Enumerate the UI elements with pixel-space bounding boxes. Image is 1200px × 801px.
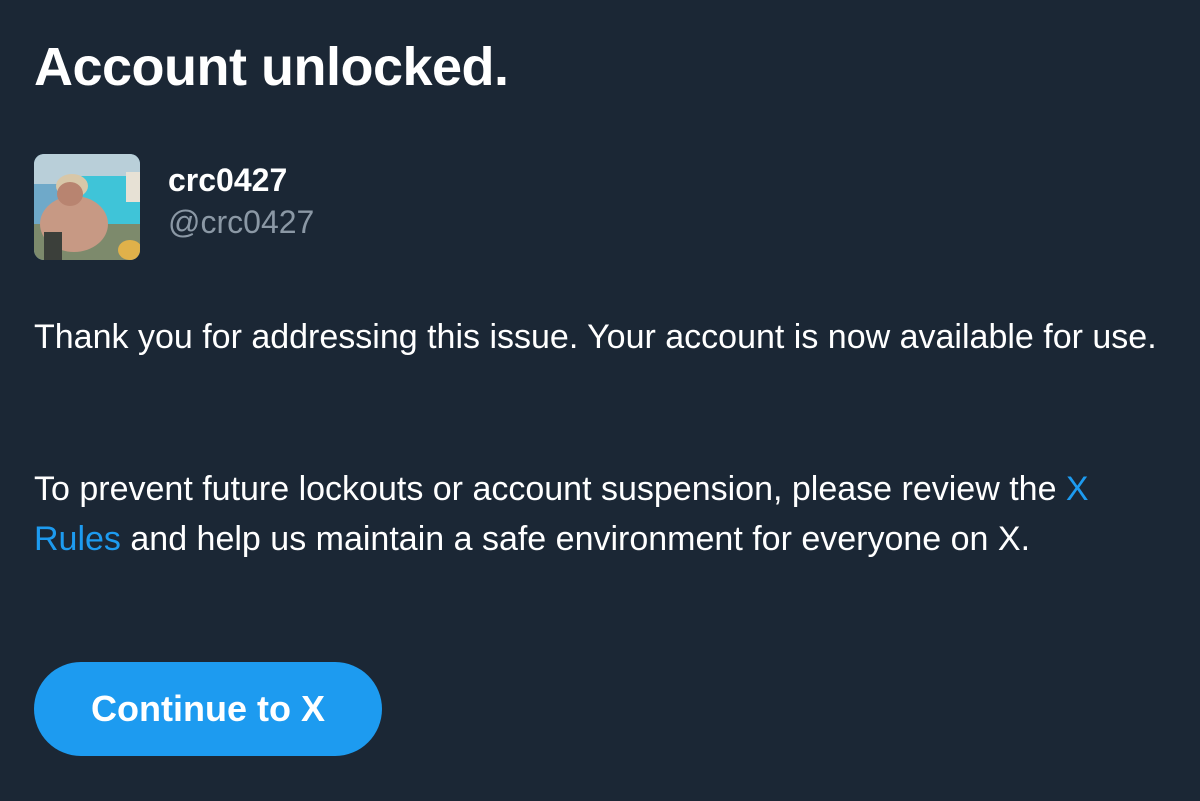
- page-title: Account unlocked.: [34, 37, 509, 97]
- continue-button[interactable]: Continue to X: [34, 662, 382, 756]
- account-unlocked-page: Account unlocked. crc0427 @crc0427 Thank…: [0, 0, 1200, 801]
- display-name: crc0427: [168, 162, 288, 198]
- user-handle: @crc0427: [168, 204, 315, 240]
- avatar: [34, 154, 140, 260]
- rules-message-text-start: To prevent future lockouts or account su…: [34, 470, 1066, 508]
- rules-message: To prevent future lockouts or account su…: [34, 464, 1174, 564]
- unlock-message: Thank you for addressing this issue. You…: [34, 318, 1157, 356]
- user-card: crc0427 @crc0427: [34, 154, 314, 260]
- rules-message-text-end: and help us maintain a safe environment …: [120, 520, 1031, 558]
- user-info: crc0427 @crc0427: [168, 154, 314, 244]
